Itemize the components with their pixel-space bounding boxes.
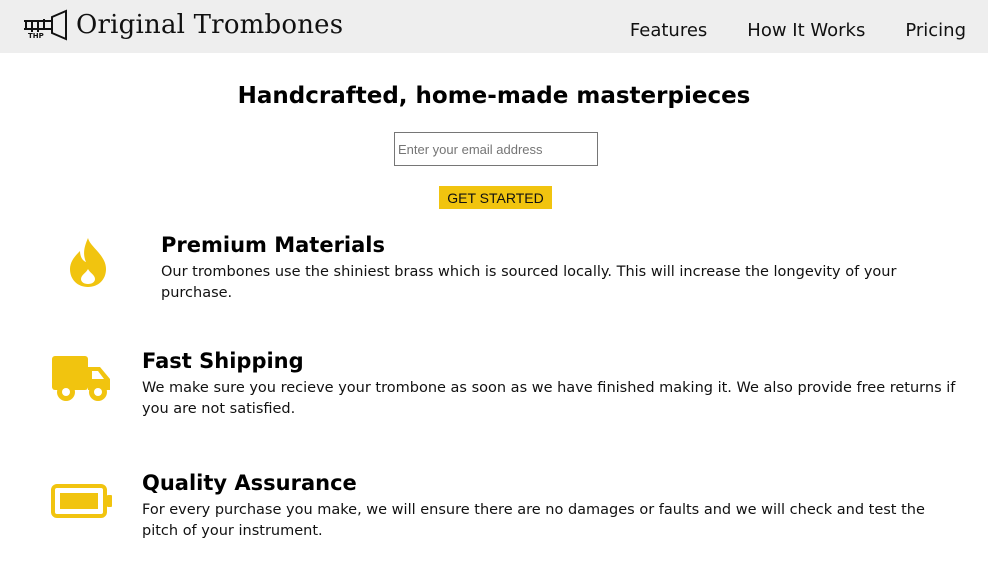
feature-desc-quality-assurance: For every purchase you make, we will ens… xyxy=(142,502,925,539)
feature-title-fast-shipping: Fast Shipping xyxy=(142,349,304,373)
trombone-logo-icon: THP xyxy=(24,9,67,41)
nav-link-how-it-works[interactable]: How It Works xyxy=(747,20,865,41)
landing-page: THP Original Trombones Features How It W… xyxy=(0,0,988,582)
brand-logo[interactable]: THP Original Trombones xyxy=(22,8,343,42)
truck-icon xyxy=(52,356,110,401)
feature-title-quality-assurance: Quality Assurance xyxy=(142,471,357,495)
nav-link-pricing[interactable]: Pricing xyxy=(905,20,966,41)
svg-text:THP: THP xyxy=(28,32,44,40)
fire-icon xyxy=(70,238,106,287)
feature-desc-fast-shipping: We make sure you recieve your trombone a… xyxy=(142,380,956,417)
nav-link-features[interactable]: Features xyxy=(630,20,707,41)
battery-icon xyxy=(51,484,112,518)
hero-title: Handcrafted, home-made masterpieces xyxy=(237,83,751,109)
get-started-button[interactable]: GET STARTED xyxy=(439,186,552,209)
site-header: THP Original Trombones Features How It W… xyxy=(0,0,988,53)
main-nav: Features How It Works Pricing xyxy=(630,20,966,41)
brand-name: Original Trombones xyxy=(76,10,344,40)
feature-desc-premium-materials: Our trombones use the shiniest brass whi… xyxy=(161,264,897,301)
feature-title-premium-materials: Premium Materials xyxy=(161,233,385,257)
email-input[interactable] xyxy=(394,132,598,166)
